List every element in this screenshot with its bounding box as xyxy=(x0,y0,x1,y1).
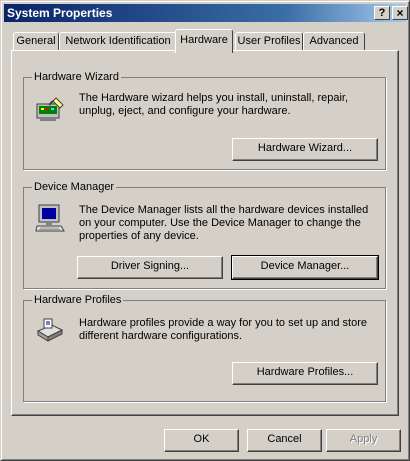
tab-hardware[interactable]: Hardware xyxy=(175,29,233,53)
tab-advanced[interactable]: Advanced xyxy=(303,32,365,51)
ok-button[interactable]: OK xyxy=(164,429,239,452)
help-button[interactable]: ? xyxy=(374,6,390,20)
system-properties-window: System Properties ? × General Network Id… xyxy=(0,0,410,461)
hardware-wizard-description: The Hardware wizard helps you install, u… xyxy=(79,92,349,117)
hardware-profiles-button[interactable]: Hardware Profiles... xyxy=(232,362,378,385)
device-manager-button[interactable]: Device Manager... xyxy=(231,255,379,280)
driver-signing-button[interactable]: Driver Signing... xyxy=(77,256,223,279)
hardware-wizard-icon xyxy=(36,97,64,121)
tab-general[interactable]: General xyxy=(13,32,59,51)
hardware-wizard-group-label: Hardware Wizard xyxy=(32,71,121,84)
tab-user-profiles[interactable]: User Profiles xyxy=(235,32,303,51)
apply-button[interactable]: Apply xyxy=(326,429,401,452)
title-bar[interactable]: System Properties ? × xyxy=(4,4,408,22)
window-title: System Properties xyxy=(7,6,113,20)
cancel-button[interactable]: Cancel xyxy=(247,429,322,452)
hardware-wizard-group: Hardware Wizard The Hardware wizard help… xyxy=(23,71,386,170)
device-manager-group-label: Device Manager xyxy=(32,181,117,194)
computer-icon xyxy=(35,204,65,232)
hardware-profiles-group-label: Hardware Profiles xyxy=(32,294,124,307)
tab-network-identification[interactable]: Network Identification xyxy=(59,32,177,51)
hardware-profiles-description: Hardware profiles provide a way for you … xyxy=(79,317,367,342)
device-manager-group: Device Manager The Device Manager lists … xyxy=(23,181,386,289)
hardware-profiles-icon xyxy=(36,318,64,342)
hardware-tab-panel: Hardware Wizard The Hardware wizard help… xyxy=(11,50,399,416)
device-manager-description: The Device Manager lists all the hardwar… xyxy=(79,204,369,242)
hardware-profiles-group: Hardware Profiles Hardware profiles prov… xyxy=(23,294,386,402)
close-button[interactable]: × xyxy=(392,6,408,20)
hardware-wizard-button[interactable]: Hardware Wizard... xyxy=(232,138,378,161)
